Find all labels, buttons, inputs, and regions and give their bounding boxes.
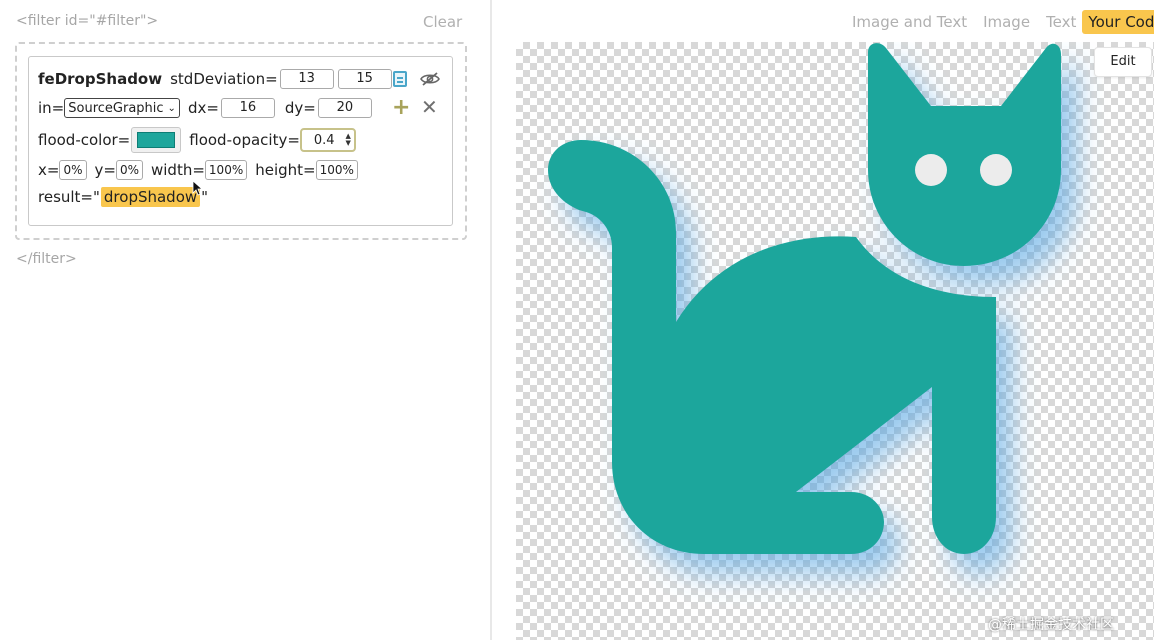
filter-close-tag: </filter> (16, 251, 77, 267)
primitive-row-in: in= SourceGraphic ⌄ dx= 16 dy= 20 (38, 98, 374, 118)
close-icon[interactable]: ✕ (421, 97, 438, 117)
primitive-row-region: x= 0% y= 0% width= 100% height= 100% (38, 160, 358, 180)
result-close-quote: " (201, 188, 209, 206)
width-input[interactable]: 100% (204, 160, 248, 180)
std-deviation-x-input[interactable]: 13 (279, 69, 334, 89)
preview-canvas (516, 42, 1154, 640)
y-label: y= (94, 161, 116, 179)
flood-opacity-input[interactable]: 0.4 ▲ ▼ (299, 128, 356, 152)
tab-text[interactable]: Text (1046, 13, 1076, 31)
stepper-arrows-icon[interactable]: ▲ ▼ (346, 133, 351, 147)
panel-divider[interactable] (490, 0, 492, 640)
plus-icon[interactable]: + (392, 97, 410, 119)
height-label: height= (255, 161, 316, 179)
dy-input[interactable]: 20 (317, 98, 372, 118)
primitive-name: feDropShadow (38, 70, 163, 88)
clear-button[interactable]: Clear (423, 13, 462, 31)
dy-label: dy= (284, 99, 316, 117)
width-label: width= (151, 161, 205, 179)
flood-color-picker[interactable] (131, 127, 182, 153)
eye-off-icon[interactable] (420, 71, 440, 87)
flood-color-swatch (137, 132, 176, 148)
flood-color-label: flood-color= (38, 131, 131, 149)
height-input[interactable]: 100% (315, 160, 358, 180)
primitive-row-std: feDropShadow stdDeviation= 13 15 (38, 69, 394, 89)
result-label: result=" (38, 188, 100, 206)
chevron-down-icon: ⌄ (167, 102, 176, 114)
x-label: x= (38, 161, 60, 179)
std-deviation-y-input[interactable]: 15 (337, 69, 392, 89)
result-input[interactable]: dropShadow (100, 187, 201, 207)
primitive-row-result: result=" dropShadow " (38, 187, 208, 207)
in-select[interactable]: SourceGraphic ⌄ (64, 98, 180, 118)
preview-tabs: Image and Text Image Text Your Code (852, 10, 1154, 34)
primitive-row-flood: flood-color= flood-opacity= 0.4 ▲ ▼ (38, 127, 356, 153)
flood-opacity-label: flood-opacity= (189, 131, 300, 149)
edit-button[interactable]: Edit (1094, 47, 1152, 77)
y-input[interactable]: 0% (115, 160, 143, 180)
dx-input[interactable]: 16 (220, 98, 275, 118)
cat-image (548, 43, 1061, 554)
document-icon[interactable] (393, 71, 407, 87)
dx-label: dx= (187, 99, 219, 117)
tab-your-code[interactable]: Your Code (1082, 10, 1154, 34)
in-select-value: SourceGraphic (68, 100, 164, 116)
x-input[interactable]: 0% (59, 160, 87, 180)
tab-image-and-text[interactable]: Image and Text (852, 13, 967, 31)
filter-open-tag: <filter id="#filter"> (16, 13, 159, 29)
tab-image[interactable]: Image (983, 13, 1030, 31)
flood-opacity-value: 0.4 (313, 132, 335, 148)
mouse-cursor-icon (192, 180, 202, 196)
filter-editor-panel: <filter id="#filter"> Clear feDropShadow… (0, 0, 490, 640)
in-label: in= (38, 99, 65, 117)
watermark: @稀土掘金技术社区 (988, 617, 1114, 633)
std-deviation-label: stdDeviation= (170, 70, 278, 88)
